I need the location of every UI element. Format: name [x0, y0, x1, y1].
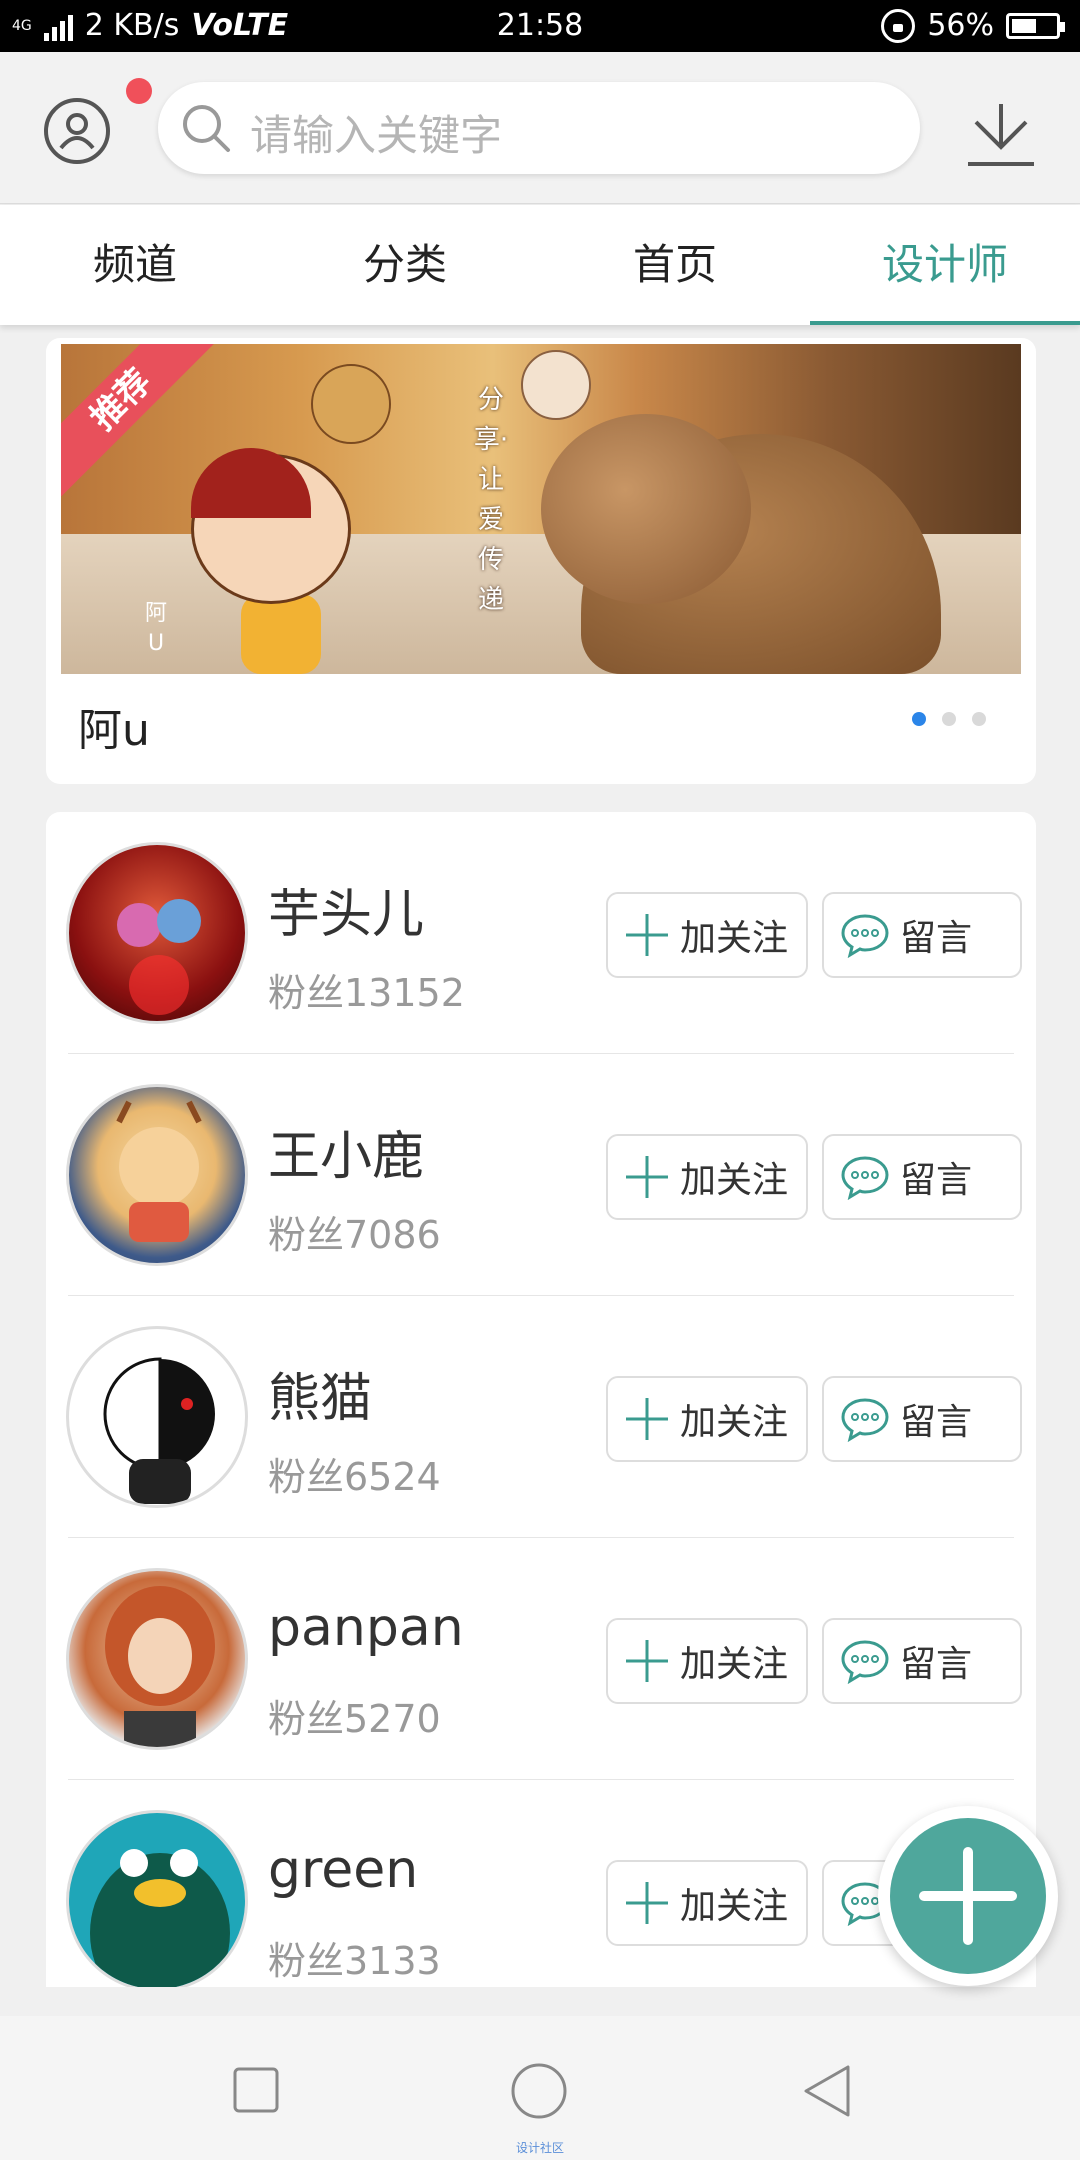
- banner-monkey-caption: 阿U: [144, 601, 167, 656]
- designer-row[interactable]: 熊猫 粉丝6524 加关注 留言: [46, 1296, 1036, 1538]
- message-button[interactable]: 留言: [822, 892, 1022, 978]
- follow-label: 加关注: [680, 1886, 789, 1927]
- designer-avatar[interactable]: [66, 1326, 248, 1508]
- designer-fans: 粉丝7086: [268, 1213, 441, 1257]
- carousel-dot: [912, 712, 926, 726]
- message-button[interactable]: 留言: [822, 1618, 1022, 1704]
- recents-icon[interactable]: [232, 2066, 280, 2114]
- designer-avatar[interactable]: [66, 1568, 248, 1750]
- system-nav-bar: 设计社区: [0, 2016, 1080, 2160]
- chat-bubble-icon: [841, 914, 889, 958]
- designer-fans: 粉丝5270: [268, 1697, 441, 1741]
- banner-vertical-text: 分享·让爱传递: [473, 385, 509, 615]
- carousel-indicator: [912, 712, 986, 726]
- follow-button[interactable]: 加关注: [606, 1134, 808, 1220]
- follow-label: 加关注: [680, 1160, 789, 1201]
- designer-name: 熊猫: [268, 1369, 373, 1429]
- follow-button[interactable]: 加关注: [606, 1618, 808, 1704]
- plus-icon: [626, 1640, 668, 1682]
- smiley-bubble-icon: [311, 364, 391, 444]
- designer-row[interactable]: 芋头儿 粉丝13152 加关注 留言: [46, 812, 1036, 1054]
- designer-fans: 粉丝3133: [268, 1939, 441, 1983]
- designer-fans: 粉丝6524: [268, 1455, 441, 1499]
- download-icon[interactable]: [966, 102, 1036, 168]
- battery-icon: [1006, 12, 1065, 39]
- message-label: 留言: [900, 1644, 973, 1685]
- home-icon[interactable]: [510, 2062, 568, 2120]
- notification-dot: [126, 78, 152, 104]
- plus-icon: [919, 1847, 1017, 1945]
- watermark: 设计社区: [515, 2141, 564, 2155]
- designer-name: 芋头儿: [268, 885, 425, 945]
- rotation-lock-icon: [881, 8, 916, 43]
- search-bar[interactable]: 请输入关键字: [158, 82, 920, 174]
- plus-icon: [626, 1882, 668, 1924]
- featured-card[interactable]: 分享·让爱传递 阿U 推荐 阿u: [46, 338, 1036, 784]
- carousel-dot: [972, 712, 986, 726]
- message-button[interactable]: 留言: [822, 1134, 1022, 1220]
- chat-bubble-icon: [841, 1640, 889, 1684]
- chat-bubble-icon: [841, 1398, 889, 1442]
- tab-categories[interactable]: 分类: [270, 205, 540, 325]
- banner-image[interactable]: 分享·让爱传递 阿U 推荐: [61, 344, 1021, 674]
- status-bar: 4G 2 KB/s VoLTE 21:58 56%: [0, 0, 1080, 52]
- designer-avatar[interactable]: [66, 1810, 248, 1987]
- designer-fans: 粉丝13152: [268, 971, 465, 1015]
- follow-button[interactable]: 加关注: [606, 892, 808, 978]
- follow-label: 加关注: [680, 918, 789, 959]
- search-icon: [183, 105, 230, 152]
- designer-name: 王小鹿: [268, 1127, 425, 1187]
- plus-icon: [626, 914, 668, 956]
- plus-icon: [626, 1398, 668, 1440]
- designer-name: green: [268, 1840, 419, 1900]
- add-fab-button[interactable]: [878, 1806, 1058, 1986]
- battery-percent: 56%: [927, 8, 994, 43]
- header: 请输入关键字: [0, 52, 1080, 204]
- message-label: 留言: [900, 918, 973, 959]
- banner-title: 阿u: [78, 705, 150, 756]
- cartoon-monkey-illustration: [171, 444, 401, 674]
- user-icon: [59, 113, 95, 150]
- follow-label: 加关注: [680, 1402, 789, 1443]
- follow-label: 加关注: [680, 1644, 789, 1685]
- chipmunk-photo: [541, 394, 961, 674]
- designer-avatar[interactable]: [66, 842, 248, 1024]
- tab-home[interactable]: 首页: [540, 205, 810, 325]
- tab-channels[interactable]: 频道: [0, 205, 270, 325]
- designer-list: 芋头儿 粉丝13152 加关注 留言 王小鹿 粉丝7086 加关注 留言 熊猫 …: [46, 812, 1036, 1987]
- user-avatar-button[interactable]: [44, 98, 110, 164]
- search-placeholder: 请输入关键字: [250, 111, 503, 160]
- designer-avatar[interactable]: [66, 1084, 248, 1266]
- back-icon[interactable]: [802, 2064, 852, 2118]
- chat-bubble-icon: [841, 1156, 889, 1200]
- carousel-dot: [942, 712, 956, 726]
- designer-row[interactable]: panpan 粉丝5270 加关注 留言: [46, 1538, 1036, 1780]
- designer-row[interactable]: 王小鹿 粉丝7086 加关注 留言: [46, 1054, 1036, 1296]
- plus-icon: [626, 1156, 668, 1198]
- message-button[interactable]: 留言: [822, 1376, 1022, 1462]
- follow-button[interactable]: 加关注: [606, 1376, 808, 1462]
- message-label: 留言: [900, 1402, 973, 1443]
- message-label: 留言: [900, 1160, 973, 1201]
- tab-bar: 频道 分类 首页 设计师: [0, 205, 1080, 325]
- designer-name: panpan: [268, 1598, 464, 1658]
- follow-button[interactable]: 加关注: [606, 1860, 808, 1946]
- tab-designers[interactable]: 设计师: [810, 205, 1080, 325]
